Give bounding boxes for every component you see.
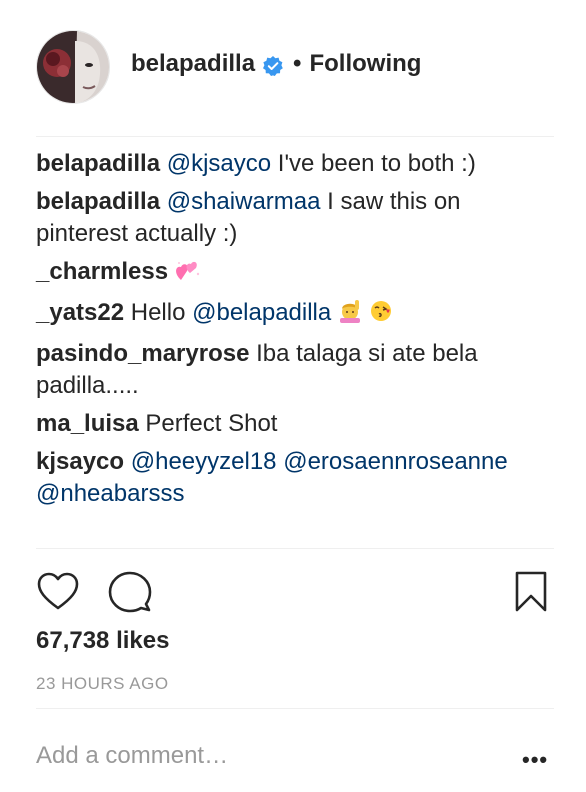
comment-username[interactable]: belapadilla [36,150,160,177]
comment-username[interactable]: ma_luisa [36,410,139,437]
list-item: pasindo_maryrose Iba talaga si ate bela … [36,338,556,402]
post-timestamp[interactable]: 23 HOURS AGO [36,674,169,694]
list-item: _charmless [36,256,556,291]
divider [36,708,554,709]
comment-text: Perfect Shot [145,410,278,437]
bookmark-icon[interactable] [514,570,548,619]
comment-mention[interactable]: @kjsayco [167,150,271,177]
divider [36,136,554,137]
comment-username[interactable]: kjsayco [36,448,124,475]
list-item: belapadilla @shaiwarmaa I saw this on pi… [36,186,556,250]
comment-mention[interactable]: @belapadilla [192,299,331,326]
separator-dot: • [293,50,302,77]
raising-hand-icon [338,299,362,332]
likes-count[interactable]: 67,738 likes [36,626,169,656]
face-blowing-kiss-icon [369,299,393,332]
list-item: _yats22 Hello @belapadilla [36,297,556,332]
comment-username[interactable]: _charmless [36,258,168,285]
list-item: kjsayco @heeyyzel18 @erosaennroseanne @n… [36,446,556,510]
comment-mention[interactable]: @shaiwarmaa [167,188,321,215]
post-actions [36,570,554,614]
comment-input[interactable]: Add a comment… [36,740,228,772]
list-item: ma_luisa Perfect Shot [36,408,556,440]
heart-icon[interactable] [36,570,80,619]
comment-bubble-icon[interactable] [108,570,152,619]
header-title-line: belapadilla • Following [131,49,421,79]
list-item: belapadilla @kjsayco I've been to both :… [36,148,556,180]
comment-username[interactable]: pasindo_maryrose [36,340,249,367]
follow-status-button[interactable]: Following [309,49,421,79]
comment-username[interactable]: _yats22 [36,299,124,326]
avatar-image [37,31,109,103]
comment-text: Hello [130,299,193,326]
comment-text: I've been to both :) [271,150,476,177]
post-author-username[interactable]: belapadilla [131,49,255,79]
more-options-button[interactable]: ••• [522,749,548,771]
comment-list: belapadilla @kjsayco I've been to both :… [36,148,556,516]
divider [36,548,554,549]
sparkling-heart-icon [175,259,201,291]
comment-username[interactable]: belapadilla [36,188,160,215]
avatar[interactable] [36,30,110,104]
verified-badge-icon [263,54,283,76]
post-header: belapadilla • Following [0,0,586,136]
